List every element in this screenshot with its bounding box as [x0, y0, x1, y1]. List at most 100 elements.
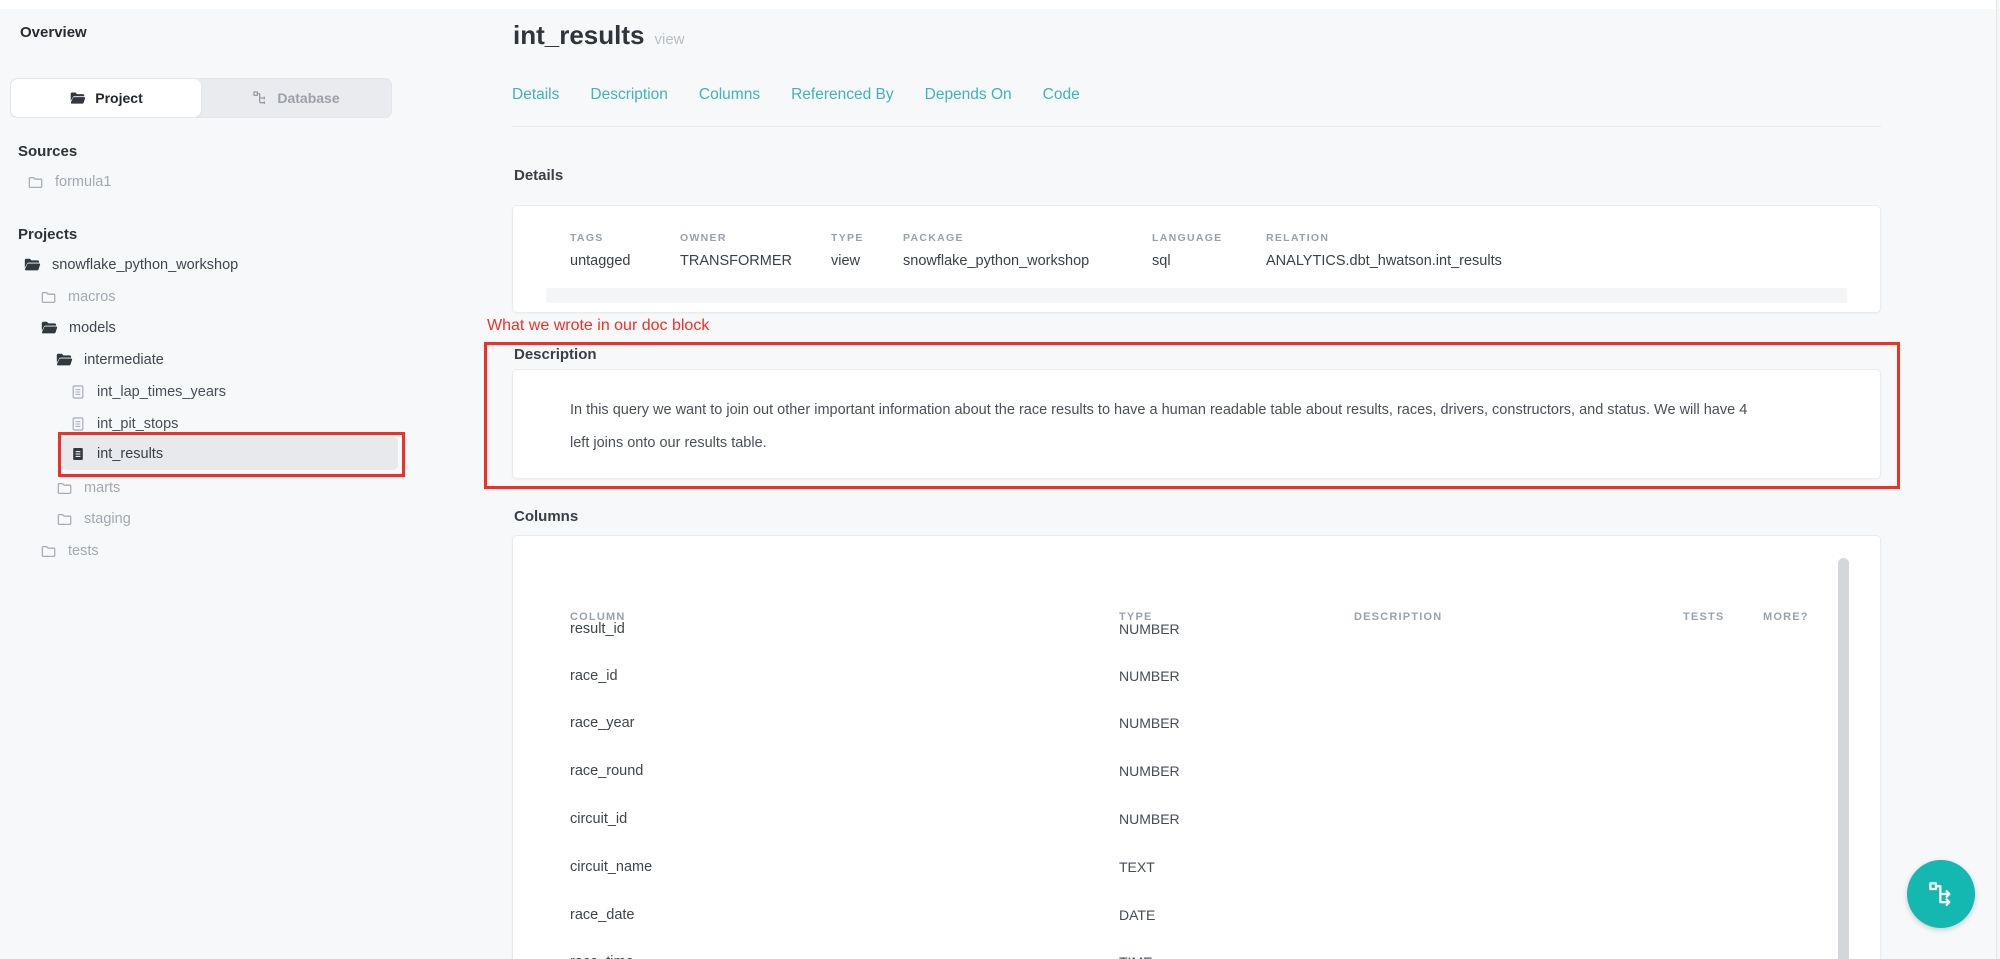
- sidebar-item-marts[interactable]: marts: [56, 472, 120, 504]
- sidebar-item-formula1[interactable]: formula1: [27, 166, 111, 198]
- projects-heading: Projects: [18, 226, 77, 243]
- tree-item-label: int_pit_stops: [97, 416, 178, 432]
- details-footer-strip[interactable]: [546, 288, 1847, 303]
- columns-card: COLUMN TYPE DESCRIPTION TESTS MORE? resu…: [512, 535, 1881, 959]
- sources-heading: Sources: [18, 143, 77, 160]
- tree-item-label: snowflake_python_workshop: [52, 257, 238, 273]
- details-heading: Details: [514, 167, 563, 184]
- column-header-description: DESCRIPTION: [1354, 611, 1442, 623]
- top-strip: [0, 0, 2000, 9]
- section-nav: Details Description Columns Referenced B…: [512, 86, 1881, 127]
- nav-link-description[interactable]: Description: [590, 86, 668, 104]
- tree-item-label: models: [69, 320, 116, 336]
- tree-item-label: macros: [68, 289, 116, 305]
- model-type-subtitle: view: [655, 31, 685, 48]
- column-name-cell[interactable]: race_id: [570, 668, 618, 684]
- tree-item-label: staging: [84, 511, 131, 527]
- column-type-cell: NUMBER: [1119, 715, 1180, 731]
- column-name-cell[interactable]: circuit_id: [570, 811, 627, 827]
- sidebar-item-int-lap-times-years[interactable]: int_lap_times_years: [70, 376, 226, 408]
- sidebar-item-models[interactable]: models: [40, 312, 116, 344]
- tab-project[interactable]: Project: [11, 79, 201, 117]
- description-body: In this query we want to join out other …: [513, 370, 1813, 460]
- database-tree-icon: [252, 90, 268, 106]
- column-name-cell[interactable]: result_id: [570, 621, 625, 637]
- details-fields: TAGS untagged OWNER TRANSFORMER TYPE vie…: [513, 206, 1880, 269]
- field-value: view: [831, 253, 903, 269]
- folder-icon: [27, 174, 44, 191]
- description-heading: Description: [514, 346, 597, 363]
- field-label: OWNER: [680, 232, 831, 244]
- sidebar-item-staging[interactable]: staging: [56, 503, 131, 535]
- details-field-type: TYPE view: [831, 232, 903, 269]
- field-label: TYPE: [831, 232, 903, 244]
- table-scrollbar[interactable]: [1838, 558, 1849, 959]
- sidebar-item-snowflake-python-workshop[interactable]: snowflake_python_workshop: [23, 249, 238, 281]
- view-switcher: Project Database: [10, 78, 392, 118]
- annotation-text: What we wrote in our doc block: [487, 317, 709, 335]
- column-name-cell[interactable]: race_date: [570, 907, 635, 923]
- source-label: formula1: [55, 174, 111, 190]
- tab-database[interactable]: Database: [201, 79, 391, 117]
- column-type-cell: DATE: [1119, 907, 1155, 923]
- field-label: PACKAGE: [903, 232, 1152, 244]
- details-field-package: PACKAGE snowflake_python_workshop: [903, 232, 1152, 269]
- field-value: sql: [1152, 253, 1266, 269]
- nav-link-depends-on[interactable]: Depends On: [925, 86, 1012, 104]
- details-field-tags: TAGS untagged: [570, 232, 680, 269]
- window-scrollbar-track[interactable]: [1996, 0, 1999, 959]
- description-card: In this query we want to join out other …: [512, 369, 1881, 479]
- folder-icon: [40, 543, 57, 560]
- tree-item-label: int_results: [97, 446, 163, 462]
- field-value: untagged: [570, 253, 680, 269]
- nav-link-columns[interactable]: Columns: [699, 86, 760, 104]
- dbt-docs-page: Overview Project Database Sources formul…: [0, 0, 2000, 959]
- tree-item-label: int_lap_times_years: [97, 384, 226, 400]
- details-field-relation: RELATION ANALYTICS.dbt_hwatson.int_resul…: [1266, 232, 1880, 269]
- column-type-cell: NUMBER: [1119, 621, 1180, 637]
- lineage-graph-button[interactable]: [1907, 860, 1975, 928]
- column-type-cell: NUMBER: [1119, 811, 1180, 827]
- file-icon: [70, 384, 86, 400]
- folder-icon: [56, 511, 73, 528]
- column-type-cell: NUMBER: [1119, 763, 1180, 779]
- field-label: TAGS: [570, 232, 680, 244]
- column-name-cell[interactable]: race_time: [570, 954, 634, 959]
- nav-link-referenced-by[interactable]: Referenced By: [791, 86, 894, 104]
- tree-item-label: intermediate: [84, 352, 164, 368]
- field-value: ANALYTICS.dbt_hwatson.int_results: [1266, 253, 1880, 269]
- tab-project-label: Project: [95, 90, 142, 106]
- columns-heading: Columns: [514, 508, 578, 525]
- model-name: int_results: [513, 20, 645, 50]
- lineage-graph-icon: [1926, 879, 1956, 909]
- sidebar-item-tests[interactable]: tests: [40, 535, 99, 567]
- sidebar-item-int-results-selected[interactable]: int_results: [62, 437, 398, 470]
- column-type-cell: TIME: [1119, 954, 1152, 959]
- sidebar-item-intermediate[interactable]: intermediate: [55, 344, 164, 376]
- sidebar-item-macros[interactable]: macros: [40, 281, 116, 313]
- tree-item-label: tests: [68, 543, 99, 559]
- details-card: TAGS untagged OWNER TRANSFORMER TYPE vie…: [512, 205, 1881, 313]
- file-icon: [70, 416, 86, 432]
- column-name-cell[interactable]: circuit_name: [570, 859, 652, 875]
- page-title: int_results view: [513, 20, 685, 51]
- folder-open-icon: [55, 351, 73, 369]
- field-value: TRANSFORMER: [680, 253, 831, 269]
- folder-icon: [56, 480, 73, 497]
- overview-heading: Overview: [20, 24, 87, 41]
- folder-open-icon: [40, 319, 58, 337]
- nav-link-details[interactable]: Details: [512, 86, 559, 104]
- column-type-cell: NUMBER: [1119, 668, 1180, 684]
- field-label: LANGUAGE: [1152, 232, 1266, 244]
- folder-icon: [40, 289, 57, 306]
- sidebar-item-int-pit-stops[interactable]: int_pit_stops: [70, 408, 178, 440]
- folder-open-icon: [69, 90, 86, 107]
- nav-link-code[interactable]: Code: [1043, 86, 1080, 104]
- column-name-cell[interactable]: race_round: [570, 763, 643, 779]
- column-type-cell: TEXT: [1119, 859, 1155, 875]
- column-name-cell[interactable]: race_year: [570, 715, 634, 731]
- tab-database-label: Database: [277, 90, 339, 106]
- column-header-tests: TESTS: [1683, 611, 1724, 623]
- field-label: RELATION: [1266, 232, 1880, 244]
- column-header-more: MORE?: [1763, 611, 1809, 623]
